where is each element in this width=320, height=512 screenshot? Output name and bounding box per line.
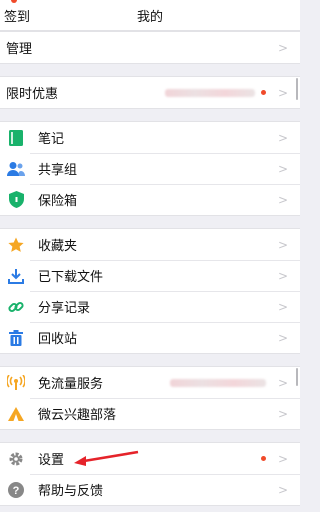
files-group: 笔记 > 共享组 > 保险箱 >: [0, 121, 300, 216]
recycle-label: 回收站: [38, 332, 78, 347]
chevron-right-icon: >: [277, 40, 288, 55]
manage-label: 管理: [6, 42, 33, 57]
chevron-right-icon: >: [277, 130, 288, 145]
chevron-right-icon: >: [277, 85, 288, 100]
chevron-right-icon: >: [277, 375, 288, 390]
chevron-right-icon: >: [277, 299, 288, 314]
free-flow-label: 免流量服务: [38, 377, 104, 392]
vault-row[interactable]: 保险箱 >: [0, 184, 300, 215]
tribe-row[interactable]: 微云兴趣部落 >: [0, 398, 300, 429]
services-group: 免流量服务 > 微云兴趣部落 >: [0, 366, 300, 430]
chevron-right-icon: >: [277, 482, 288, 497]
vault-label: 保险箱: [38, 194, 78, 209]
scrollbar[interactable]: [296, 78, 298, 100]
notebook-icon: [6, 128, 26, 148]
downloads-row[interactable]: 已下载文件 >: [0, 260, 300, 291]
gear-icon: [6, 449, 26, 469]
download-icon: [6, 266, 26, 286]
trash-icon: [6, 328, 26, 348]
manage-group: 管理 >: [0, 31, 300, 64]
camp-icon: [6, 404, 26, 424]
star-icon: [6, 235, 26, 255]
chevron-right-icon: >: [277, 161, 288, 176]
help-label: 帮助与反馈: [38, 484, 104, 499]
free-flow-row[interactable]: 免流量服务 >: [0, 367, 300, 398]
question-icon: ?: [6, 480, 26, 500]
chevron-right-icon: >: [277, 268, 288, 283]
settings-label: 设置: [38, 453, 65, 468]
help-row[interactable]: ? 帮助与反馈 >: [0, 474, 300, 505]
notification-dot: [11, 0, 17, 3]
chevron-right-icon: >: [277, 192, 288, 207]
favorites-row[interactable]: 收藏夹 >: [0, 229, 300, 260]
chevron-right-icon: >: [277, 451, 288, 466]
settings-red-dot: [260, 456, 266, 461]
manage-row[interactable]: 管理 >: [0, 32, 300, 63]
share-record-label: 分享记录: [38, 301, 91, 316]
promo-row[interactable]: 限时优惠 >: [0, 77, 300, 108]
settings-group: 设置 > ? 帮助与反馈 >: [0, 442, 300, 506]
share-group-label: 共享组: [38, 163, 78, 178]
promo-label: 限时优惠: [6, 87, 59, 102]
favorites-label: 收藏夹: [38, 239, 78, 254]
svg-text:?: ?: [13, 485, 20, 497]
downloads-label: 已下载文件: [38, 270, 104, 285]
top-bar: 签到 我的: [0, 0, 300, 31]
blurred-info: [164, 88, 255, 97]
users-icon: [6, 159, 26, 179]
chevron-right-icon: >: [277, 406, 288, 421]
link-icon: [6, 297, 26, 317]
chevron-right-icon: >: [277, 330, 288, 345]
shield-icon: [6, 190, 26, 210]
tribe-label: 微云兴趣部落: [38, 408, 117, 423]
signal-icon: [6, 373, 26, 393]
recycle-row[interactable]: 回收站 >: [0, 322, 300, 353]
blurred-info: [169, 378, 266, 387]
share-record-row[interactable]: 分享记录 >: [0, 291, 300, 322]
promo-red-dot: [260, 90, 266, 95]
scrollbar-segment[interactable]: [296, 368, 298, 386]
chevron-right-icon: >: [277, 237, 288, 252]
promo-group: 限时优惠 >: [0, 76, 300, 109]
storage-group: 收藏夹 > 已下载文件 > 分享记录 > 回收站 >: [0, 228, 300, 354]
page-title: 我的: [136, 10, 163, 25]
notes-label: 笔记: [38, 132, 65, 147]
notes-row[interactable]: 笔记 >: [0, 122, 300, 153]
settings-row[interactable]: 设置 >: [0, 443, 300, 474]
share-group-row[interactable]: 共享组 >: [0, 153, 300, 184]
